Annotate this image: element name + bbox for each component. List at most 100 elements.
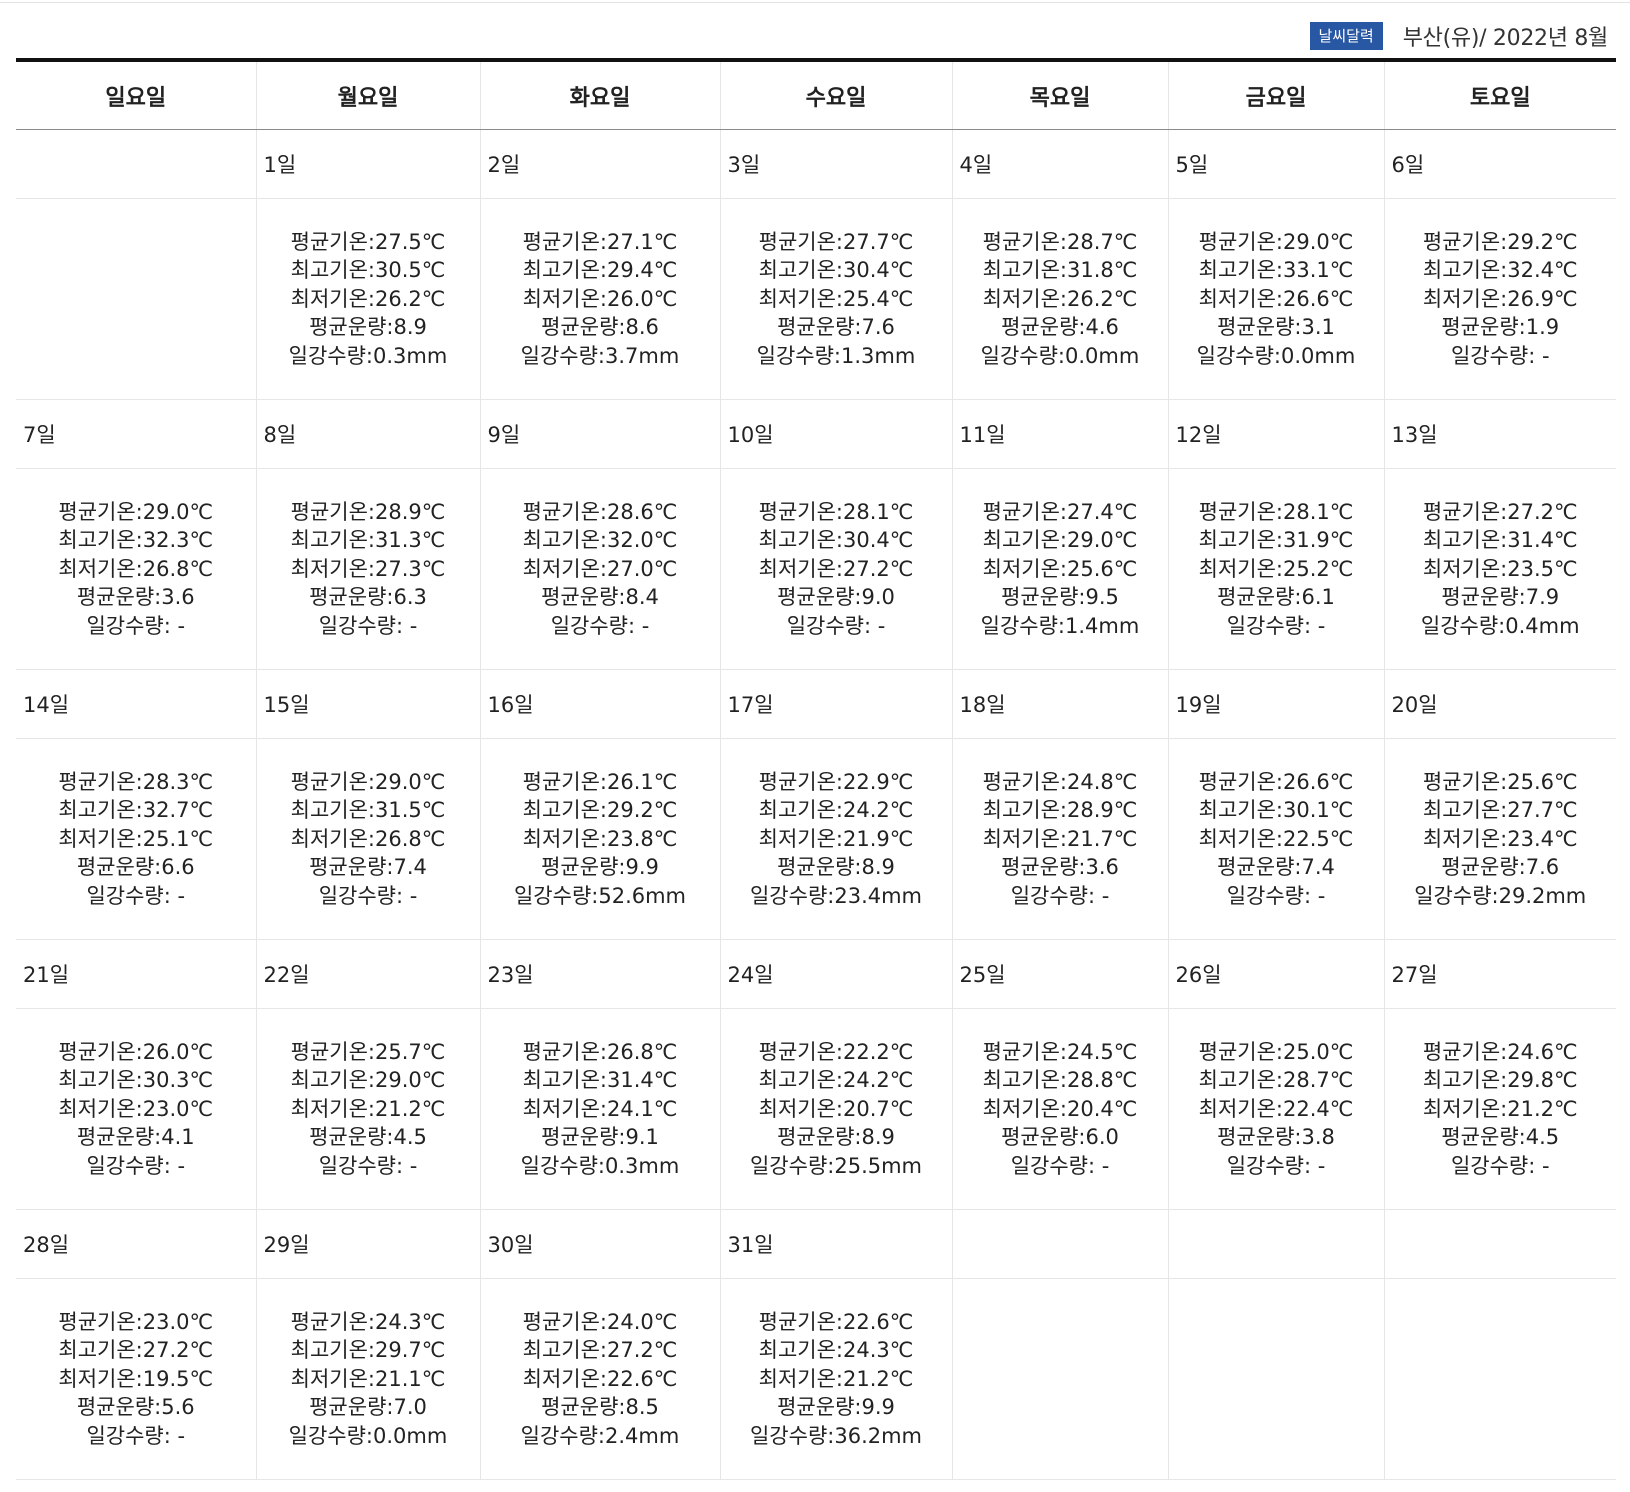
max-temp-label: 최고기온:	[758, 798, 843, 823]
day-number-cell: 16일	[479, 669, 720, 739]
min-temp-label: 최저기온:	[522, 1096, 607, 1121]
rain-line: 일강수량: -	[721, 612, 952, 641]
rain-line: 일강수량: -	[1169, 612, 1384, 641]
min-temp-line: 최저기온:26.0℃	[481, 285, 720, 314]
avg-temp-value: 24.3℃	[375, 1309, 446, 1334]
rain-value: 0.3mm	[373, 343, 448, 368]
min-temp-line: 최저기온:20.7℃	[721, 1095, 952, 1124]
avg-temp-label: 평균기온:	[58, 769, 143, 794]
cloud-value: 7.6	[861, 315, 895, 340]
max-temp-line: 최고기온:28.9℃	[953, 796, 1168, 825]
max-temp-line: 최고기온:31.4℃	[481, 1066, 720, 1095]
day-number-cell: 27일	[1383, 939, 1616, 1009]
rain-line: 일강수량:29.2mm	[1385, 882, 1617, 911]
day-number-cell: 26일	[1167, 939, 1384, 1009]
rain-value: 0.3mm	[605, 1153, 680, 1178]
avg-temp-label: 평균기온:	[522, 499, 607, 524]
day-number: 19일	[1175, 693, 1222, 717]
day-number: 30일	[487, 1233, 534, 1257]
rain-value: -	[170, 613, 186, 638]
min-temp-line: 최저기온:27.2℃	[721, 555, 952, 584]
day-weather-cell: 평균기온:29.2℃ 최고기온:32.4℃ 최저기온:26.9℃ 평균운량:1.9 일강…	[1383, 198, 1616, 400]
avg-temp-value: 28.7℃	[1067, 229, 1138, 254]
max-temp-label: 최고기온:	[58, 798, 143, 823]
rain-value: 52.6mm	[598, 883, 687, 908]
max-temp-label: 최고기온:	[758, 528, 843, 553]
max-temp-label: 최고기온:	[982, 528, 1067, 553]
max-temp-line: 최고기온:29.2℃	[481, 796, 720, 825]
max-temp-line: 최고기온:29.0℃	[257, 1066, 480, 1095]
day-weather-cell: 평균기온:28.7℃ 최고기온:31.8℃ 최저기온:26.2℃ 평균운량:4.6 일강…	[951, 198, 1168, 400]
weekday-tuesday: 화요일	[479, 60, 720, 130]
day-number-cell: 25일	[951, 939, 1168, 1009]
avg-temp-line: 평균기온:25.0℃	[1169, 1038, 1384, 1067]
cloud-label: 평균운량:	[1217, 855, 1302, 880]
empty-day-cell	[16, 129, 256, 199]
day-number: 8일	[263, 423, 297, 447]
avg-temp-label: 평균기온:	[1422, 499, 1508, 524]
cloud-label: 평균운량:	[309, 1395, 394, 1420]
day-number-cell: 17일	[719, 669, 952, 739]
cloud-value: 9.9	[861, 1395, 895, 1420]
min-temp-value: 27.3℃	[375, 556, 446, 581]
min-temp-label: 최저기온:	[290, 1366, 375, 1391]
avg-temp-label: 평균기온:	[982, 769, 1067, 794]
avg-temp-value: 28.9℃	[375, 499, 446, 524]
day-number-cell: 9일	[479, 399, 720, 469]
cloud-label: 평균운량:	[541, 855, 626, 880]
cloud-line: 평균운량:7.0	[257, 1393, 480, 1422]
avg-temp-value: 29.0℃	[1283, 229, 1354, 254]
min-temp-label: 최저기온:	[758, 1096, 843, 1121]
rain-value: -	[635, 613, 650, 638]
min-temp-label: 최저기온:	[982, 286, 1067, 311]
max-temp-value: 29.2℃	[607, 798, 678, 823]
rain-value: 0.0mm	[1281, 343, 1356, 368]
week-data-row: 평균기온:29.0℃ 최고기온:32.3℃ 최저기온:26.8℃ 평균운량:3.6 일강…	[16, 468, 1617, 670]
week-date-row: 1일 2일 3일 4일 5일 6일	[16, 129, 1616, 199]
rain-line: 일강수량:0.0mm	[257, 1422, 480, 1451]
max-temp-value: 29.8℃	[1507, 1068, 1578, 1093]
min-temp-label: 최저기온:	[1198, 556, 1283, 581]
cloud-label: 평균운량:	[777, 855, 862, 880]
day-number-cell: 7일	[16, 399, 256, 469]
day-weather-cell: 평균기온:24.6℃ 최고기온:29.8℃ 최저기온:21.2℃ 평균운량:4.5 일강…	[1383, 1008, 1616, 1210]
min-temp-label: 최저기온:	[982, 556, 1067, 581]
avg-temp-value: 27.1℃	[607, 229, 678, 254]
cloud-value: 9.5	[1085, 585, 1119, 610]
max-temp-value: 24.2℃	[843, 798, 914, 823]
max-temp-label: 최고기온:	[1198, 1068, 1283, 1093]
day-number: 21일	[23, 963, 70, 987]
max-temp-label: 최고기온:	[982, 1068, 1067, 1093]
avg-temp-line: 평균기온:22.2℃	[721, 1038, 952, 1067]
max-temp-line: 최고기온:27.2℃	[16, 1336, 256, 1365]
max-temp-label: 최고기온:	[58, 1338, 143, 1363]
day-weather-cell: 평균기온:23.0℃ 최고기온:27.2℃ 최저기온:19.5℃ 평균운량:5.6 일강…	[16, 1278, 256, 1480]
max-temp-value: 28.7℃	[1283, 1068, 1354, 1093]
cloud-line: 평균운량:9.9	[481, 853, 720, 882]
max-temp-label: 최고기온:	[758, 1068, 843, 1093]
weekday-wednesday: 수요일	[719, 60, 952, 130]
max-temp-label: 최고기온:	[522, 258, 607, 283]
max-temp-line: 최고기온:30.4℃	[721, 526, 952, 555]
rain-line: 일강수량:1.3mm	[721, 342, 952, 371]
cloud-value: 3.6	[1085, 855, 1119, 880]
avg-temp-value: 25.0℃	[1283, 1039, 1354, 1064]
min-temp-line: 최저기온:26.8℃	[257, 825, 480, 854]
avg-temp-line: 평균기온:27.2℃	[1385, 498, 1617, 527]
max-temp-label: 최고기온:	[522, 528, 607, 553]
cloud-line: 평균운량:8.5	[481, 1393, 720, 1422]
rain-line: 일강수량:2.4mm	[481, 1422, 720, 1451]
cloud-value: 4.5	[1525, 1125, 1560, 1150]
day-number: 2일	[487, 153, 521, 177]
min-temp-line: 최저기온:20.4℃	[953, 1095, 1168, 1124]
avg-temp-label: 평균기온:	[758, 1039, 843, 1064]
min-temp-label: 최저기온:	[1198, 286, 1283, 311]
max-temp-line: 최고기온:29.4℃	[481, 256, 720, 285]
day-number: 14일	[23, 693, 70, 717]
top-divider	[0, 2, 1630, 3]
min-temp-value: 22.5℃	[1283, 826, 1354, 851]
min-temp-value: 21.7℃	[1067, 826, 1138, 851]
empty-day-cell	[1383, 1209, 1616, 1279]
rain-line: 일강수량:0.3mm	[257, 342, 480, 371]
day-number-cell: 21일	[16, 939, 256, 1009]
